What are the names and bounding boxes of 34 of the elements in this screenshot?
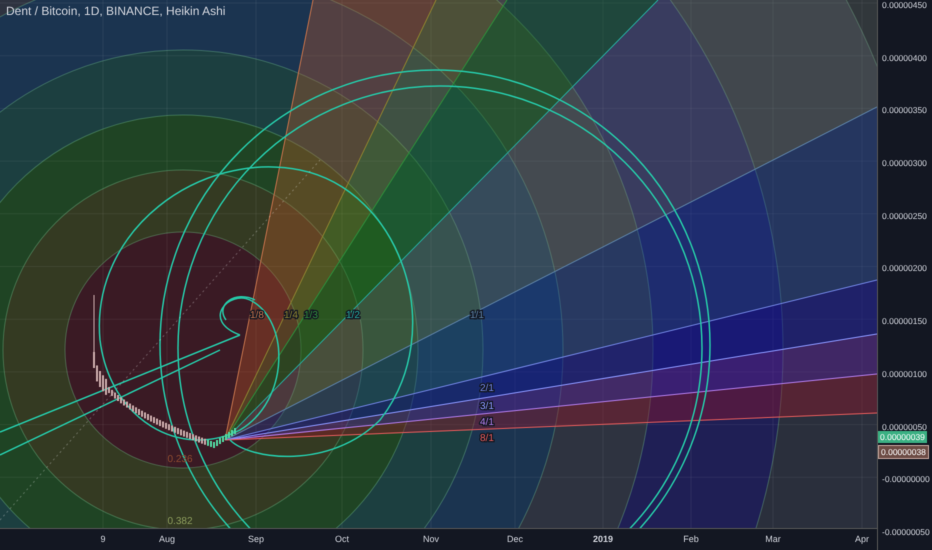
price-tick-label: 0.00000050 <box>881 422 928 432</box>
time-tick-label: Sep <box>248 534 264 544</box>
price-tick-label: 0.00000450 <box>881 0 928 10</box>
fan-level-label: 1/8 <box>250 310 264 321</box>
circle-level-label: 0.382 <box>167 516 193 527</box>
price-tick-label: 0.00000400 <box>881 52 928 63</box>
price-tick-label: 0.00000150 <box>881 316 928 326</box>
fan-level-label: 1/4 <box>284 310 298 321</box>
fan-level-label: 3/1 <box>480 401 494 412</box>
price-tick-label: 0.00000100 <box>881 368 928 379</box>
fan-level-label: 1/1 <box>470 310 484 321</box>
time-tick-label: Dec <box>507 534 523 544</box>
chart-title: Dent / Bitcoin, 1D, BINANCE, Heikin Ashi <box>6 4 226 18</box>
time-tick-label: Feb <box>683 534 699 544</box>
price-tick-label: 0.00000250 <box>881 210 928 221</box>
last-price-badge: 0.00000039 <box>878 431 927 443</box>
time-tick-label: Apr <box>855 534 869 544</box>
fan-level-label: 4/1 <box>480 417 494 428</box>
fan-level-label: 1/3 <box>304 310 318 321</box>
fan-level-label: 2/1 <box>480 383 494 394</box>
fan-level-label: 1/2 <box>346 310 360 321</box>
time-tick-label: 2019 <box>592 534 614 544</box>
price-tick-label: 0.00000350 <box>881 105 928 116</box>
price-tick-label: 0.00000300 <box>881 158 928 168</box>
time-tick-label: Aug <box>159 534 175 544</box>
price-tick-label: -0.00000000 <box>881 474 931 484</box>
prev-close-badge: 0.00000038 <box>878 445 929 459</box>
time-tick-label: Oct <box>335 534 349 544</box>
time-tick-label: Mar <box>765 534 781 544</box>
price-tick-label: -0.00000050 <box>881 526 931 537</box>
price-tick-label: 0.00000200 <box>881 263 928 274</box>
time-tick-label: 9 <box>100 534 106 544</box>
fan-level-label: 8/1 <box>480 433 494 444</box>
time-tick-label: Nov <box>423 534 439 544</box>
